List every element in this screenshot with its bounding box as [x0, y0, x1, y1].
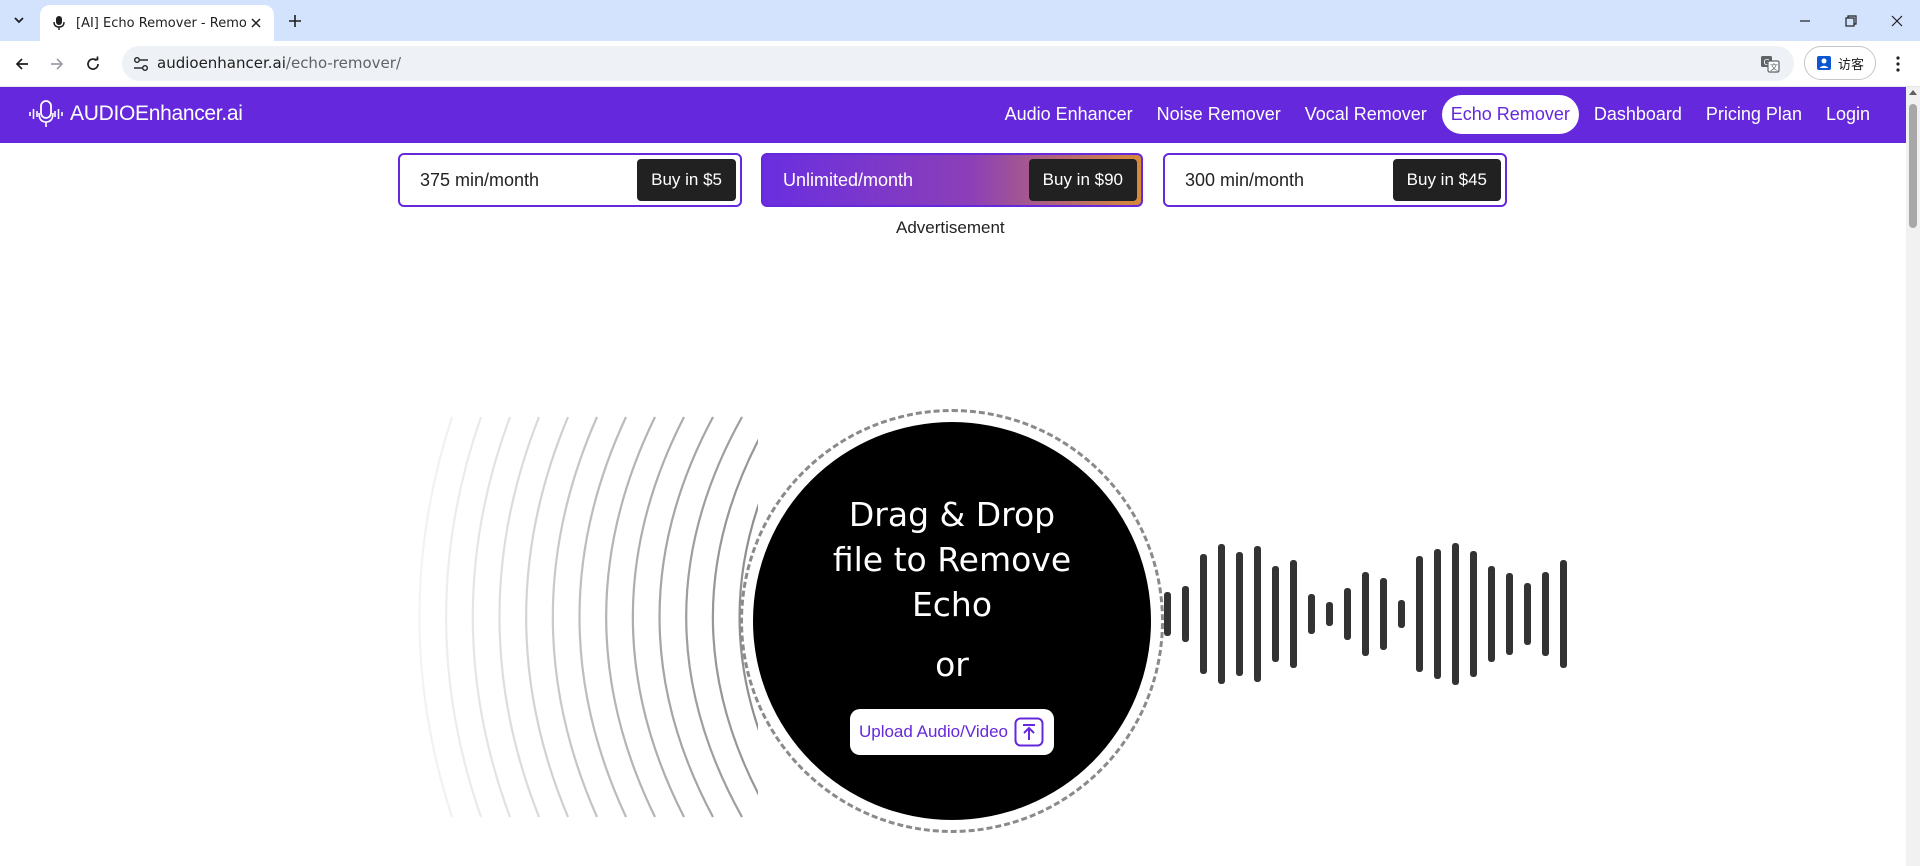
logo-text: AUDIOEnhancer.ai — [70, 102, 243, 125]
browser-tabstrip: [AI] Echo Remover - Remove — [0, 0, 1920, 41]
new-tab-button[interactable] — [282, 9, 308, 33]
plus-icon — [289, 15, 301, 27]
browser-tab-active[interactable]: [AI] Echo Remover - Remove — [40, 5, 274, 41]
restore-button[interactable] — [1828, 0, 1874, 41]
menu-item-echo-remover[interactable]: Echo Remover — [1441, 95, 1579, 134]
close-icon — [1891, 15, 1903, 26]
url-domain: audioenhancer.ai — [157, 54, 286, 72]
profile-icon — [1816, 56, 1831, 70]
profile-button[interactable]: 访客 — [1804, 46, 1876, 80]
waveform-bar — [1272, 566, 1279, 662]
profile-label: 访客 — [1837, 57, 1864, 73]
chevron-down-icon — [14, 17, 24, 24]
browser-menu-button[interactable] — [1886, 50, 1910, 78]
waveform-bar — [1524, 583, 1531, 645]
echo-arc — [685, 416, 743, 818]
waveform-bar — [1488, 566, 1495, 662]
waveform-bar — [1452, 543, 1459, 685]
waveform-bar — [1560, 560, 1567, 668]
menu-item-login[interactable]: Login — [1817, 95, 1879, 134]
advertisement-label: Advertisement — [896, 218, 1005, 237]
browser-toolbar: audioenhancer.ai/echo-remover/ G文 访客 — [0, 41, 1920, 87]
page-viewport: AUDIOEnhancer.ai Audio Enhancer Noise Re… — [0, 87, 1920, 866]
menu-item-audio-enhancer[interactable]: Audio Enhancer — [996, 95, 1142, 134]
menu-item-vocal-remover[interactable]: Vocal Remover — [1296, 95, 1436, 134]
waveform-bar — [1326, 602, 1333, 626]
minimize-icon — [1800, 19, 1810, 22]
plan-label: Unlimited/month — [783, 169, 914, 190]
menu-item-noise-remover[interactable]: Noise Remover — [1148, 95, 1290, 134]
waveform-bar — [1182, 586, 1189, 642]
file-dropzone[interactable]: Drag & Drop file to Remove Echo or Uploa… — [753, 422, 1151, 820]
more-vertical-icon — [1896, 56, 1900, 72]
tab-title: [AI] Echo Remover - Remove — [76, 15, 246, 31]
back-button[interactable] — [8, 50, 36, 78]
plan-label: 300 min/month — [1185, 169, 1305, 190]
minimize-button[interactable] — [1782, 0, 1828, 41]
upload-icon — [1014, 717, 1044, 747]
plan-card: 300 min/month Buy in $45 — [1163, 153, 1507, 207]
reload-button[interactable] — [79, 50, 107, 78]
address-bar[interactable]: audioenhancer.ai/echo-remover/ G文 — [122, 46, 1794, 81]
arrow-left-icon — [15, 58, 28, 70]
reload-icon — [87, 56, 99, 70]
menu-item-pricing-plan[interactable]: Pricing Plan — [1697, 95, 1811, 134]
main-menu: Audio Enhancer Noise Remover Vocal Remov… — [993, 95, 1882, 134]
scroll-thumb[interactable] — [1909, 104, 1917, 228]
waveform-bar — [1416, 556, 1423, 672]
svg-text:文: 文 — [1770, 62, 1778, 72]
close-window-button[interactable] — [1874, 0, 1920, 41]
page-scrollbar[interactable] — [1906, 87, 1920, 866]
waveform-bar — [1308, 594, 1315, 634]
waveform-bar — [1344, 588, 1351, 640]
plan-card: 375 min/month Buy in $5 — [398, 153, 742, 207]
scroll-up-arrow[interactable] — [1909, 90, 1917, 95]
waveform-bar — [1218, 544, 1225, 684]
menu-item-dashboard[interactable]: Dashboard — [1585, 95, 1691, 134]
waveform-bar — [1434, 549, 1441, 679]
site-settings-icon[interactable] — [132, 55, 150, 73]
microphone-logo-icon — [29, 100, 63, 127]
buy-plan-button[interactable]: Buy in $45 — [1392, 159, 1501, 201]
buy-plan-button[interactable]: Buy in $5 — [637, 159, 736, 201]
buy-plan-button[interactable]: Buy in $90 — [1028, 159, 1137, 201]
waveform-bar — [1236, 552, 1243, 676]
dropzone-title: Drag & Drop file to Remove Echo — [832, 495, 1072, 624]
plan-label: 375 min/month — [420, 169, 540, 190]
waveform-bar — [1398, 600, 1405, 628]
url-text: audioenhancer.ai/echo-remover/ — [157, 54, 401, 72]
waveform-bar — [1200, 554, 1207, 674]
tab-search-button[interactable] — [6, 9, 32, 31]
upload-label: Upload Audio/Video — [858, 722, 1009, 741]
waveform-graphic — [1164, 543, 1567, 685]
waveform-bar — [1290, 560, 1297, 668]
waveform-bar — [1506, 573, 1513, 655]
translate-icon[interactable]: G文 — [1760, 54, 1780, 74]
waveform-bar — [1164, 592, 1171, 636]
site-logo[interactable]: AUDIOEnhancer.ai — [28, 99, 243, 129]
waveform-bar — [1542, 572, 1549, 656]
url-path: /echo-remover/ — [285, 54, 401, 72]
waveform-bar — [1362, 572, 1369, 656]
dropzone-or-text: or — [935, 645, 969, 684]
echo-arc — [605, 416, 656, 818]
waveform-bar — [1254, 546, 1261, 682]
restore-icon — [1845, 14, 1857, 27]
close-icon — [251, 18, 261, 28]
plan-card-featured: Unlimited/month Buy in $90 — [761, 153, 1143, 207]
echo-waves-graphic — [398, 407, 758, 827]
waveform-bar — [1470, 551, 1477, 677]
arrow-right-icon — [51, 58, 64, 70]
upload-audio-video-button[interactable]: Upload Audio/Video — [849, 709, 1055, 755]
forward-button[interactable] — [43, 50, 71, 78]
pricing-plans-bar: 375 min/month Buy in $5 Unlimited/month … — [398, 153, 1508, 207]
microphone-icon — [53, 16, 65, 30]
waveform-bar — [1380, 578, 1387, 650]
site-header: AUDIOEnhancer.ai Audio Enhancer Noise Re… — [0, 87, 1906, 143]
tab-close-button[interactable] — [248, 15, 264, 31]
